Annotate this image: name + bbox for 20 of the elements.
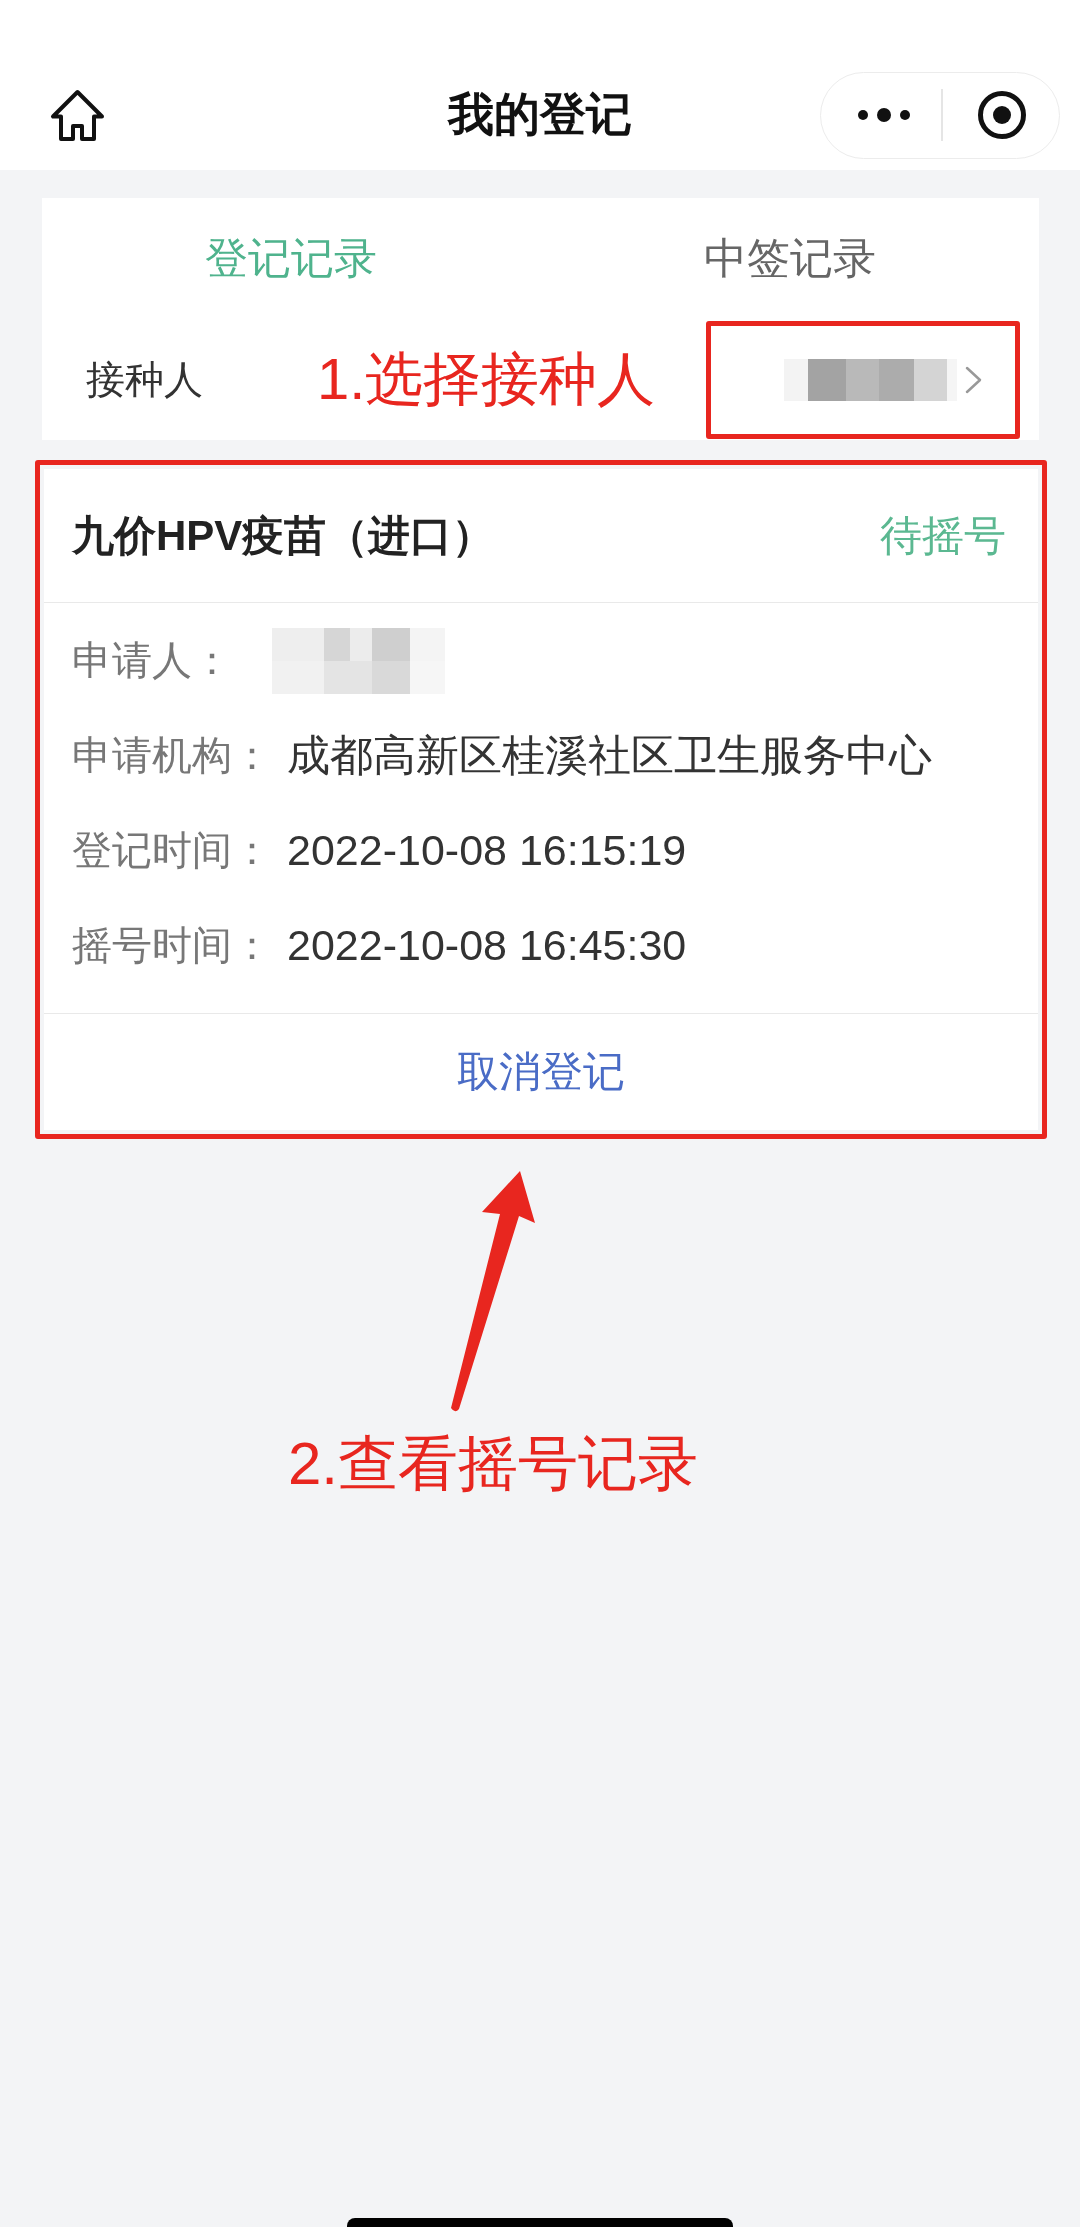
- field-value: 成都高新区桂溪社区卫生服务中心: [287, 729, 932, 781]
- record-tab[interactable]: 登记记录: [42, 198, 541, 320]
- field-value: 2022-10-08 16:15:19: [287, 826, 687, 875]
- record-tab[interactable]: 中签记录: [540, 198, 1039, 320]
- field-value: 2022-10-08 16:45:30: [287, 921, 687, 970]
- home-icon[interactable]: [50, 89, 105, 141]
- more-icon[interactable]: [858, 108, 910, 122]
- cancel-registration-button[interactable]: 取消登记: [457, 1044, 625, 1100]
- field-label: 申请机构：: [72, 732, 273, 779]
- status-label: 待摇号: [880, 510, 1006, 561]
- field-label: 摇号时间：: [72, 922, 273, 969]
- recipient-label: 接种人: [86, 357, 204, 403]
- field-label: 申请人：: [72, 637, 233, 684]
- chevron-right-icon[interactable]: [965, 366, 983, 394]
- field-label: 登记时间：: [72, 827, 273, 874]
- page-title: 我的登记: [448, 87, 632, 142]
- close-target-icon[interactable]: [978, 91, 1026, 139]
- vaccine-title: 九价HPV疫苗（进口）: [72, 510, 495, 561]
- annotation-text: 2.查看摇号记录: [288, 1429, 699, 1499]
- annotation-text: 1.选择接种人: [317, 345, 656, 413]
